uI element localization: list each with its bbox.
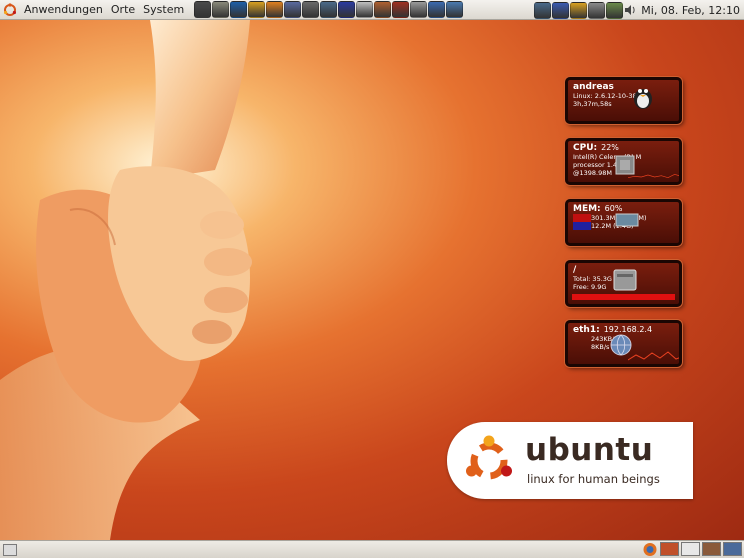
user-icon[interactable] xyxy=(248,1,266,18)
ubuntu-wordmark: ubuntu xyxy=(525,432,654,468)
cpu-widget: CPU: 22% Intel(R) Celeron(R) M processor … xyxy=(565,138,682,185)
bottom-tray xyxy=(642,542,742,557)
desktop[interactable]: andreas Linux: 2.6.12-10-386 3h,37m,58s … xyxy=(0,20,744,540)
package-icon[interactable] xyxy=(374,1,392,18)
menu-system[interactable]: System xyxy=(139,0,188,20)
power-icon[interactable] xyxy=(588,1,606,19)
document-icon[interactable] xyxy=(284,1,302,18)
system-tray: Mi, 08. Feb, 12:10 xyxy=(534,0,744,20)
hard-disk-icon xyxy=(613,269,637,291)
memory-widget: MEM:60% 301.3M (495.8M) 12.2M (1.4G) xyxy=(565,199,682,246)
disk-usage-bar xyxy=(572,294,675,300)
ubuntu-menu-icon[interactable] xyxy=(3,2,17,17)
skype-icon[interactable] xyxy=(266,1,284,18)
ubuntu-tagline: linux for human beings xyxy=(527,472,660,486)
help-icon[interactable] xyxy=(356,1,374,18)
wallpaper-hands-image xyxy=(0,20,252,540)
tools-icon[interactable] xyxy=(392,1,410,18)
penguin-icon xyxy=(634,89,652,109)
tray-icons xyxy=(534,1,624,19)
net-graph xyxy=(628,351,679,361)
widget-user-title: andreas xyxy=(573,82,614,92)
battery-icon[interactable] xyxy=(606,1,624,19)
clock[interactable]: Mi, 08. Feb, 12:10 xyxy=(637,4,744,17)
mail-icon[interactable] xyxy=(446,1,464,18)
workspace-2[interactable] xyxy=(681,542,700,556)
file-manager-icon[interactable] xyxy=(212,1,230,18)
cd-icon[interactable] xyxy=(410,1,428,18)
network-status-icon[interactable] xyxy=(534,1,552,19)
update-icon[interactable] xyxy=(552,1,570,19)
menu-anwendungen[interactable]: Anwendungen xyxy=(20,0,107,20)
user-switch-icon[interactable] xyxy=(570,1,588,19)
show-desktop-button[interactable] xyxy=(3,543,17,556)
network-icon[interactable] xyxy=(320,1,338,18)
sysinfo-user-widget: andreas Linux: 2.6.12-10-386 3h,37m,58s xyxy=(565,77,682,124)
memory-chip-icon xyxy=(615,213,639,227)
launcher-bar xyxy=(194,1,464,18)
menu-orte[interactable]: Orte xyxy=(107,0,139,20)
workspace-1[interactable] xyxy=(660,542,679,556)
bottom-panel xyxy=(0,540,744,558)
ubuntu-circle-of-friends-icon xyxy=(466,435,512,480)
firefox-taskbar-icon[interactable] xyxy=(642,542,658,557)
globe-icon[interactable] xyxy=(428,1,446,18)
web-browser-icon[interactable] xyxy=(230,1,248,18)
volume-icon[interactable] xyxy=(624,2,636,19)
cpu-graph xyxy=(628,173,679,179)
workspace-switcher xyxy=(660,542,742,557)
top-panel: Anwendungen Orte System Mi, 08. Feb, 12:… xyxy=(0,0,744,20)
widget-kernel-version: Linux: 2.6.12-10-386 xyxy=(573,92,641,100)
disk-widget: / Total: 35.3G Free: 9.9G xyxy=(565,260,682,307)
settings-icon[interactable] xyxy=(338,1,356,18)
net-interface: eth1: xyxy=(573,325,600,335)
mem-label: MEM: xyxy=(573,204,601,214)
widget-uptime: 3h,37m,58s xyxy=(573,100,612,108)
terminal-icon[interactable] xyxy=(194,1,212,18)
printer-icon[interactable] xyxy=(302,1,320,18)
network-widget: eth1: 192.168.2.4 243KB/s 8KB/s xyxy=(565,320,682,367)
workspace-3[interactable] xyxy=(702,542,721,556)
ubuntu-logo-card: ubuntu linux for human beings xyxy=(447,422,693,499)
cpu-label: CPU: xyxy=(573,143,598,153)
workspace-4[interactable] xyxy=(723,542,742,556)
